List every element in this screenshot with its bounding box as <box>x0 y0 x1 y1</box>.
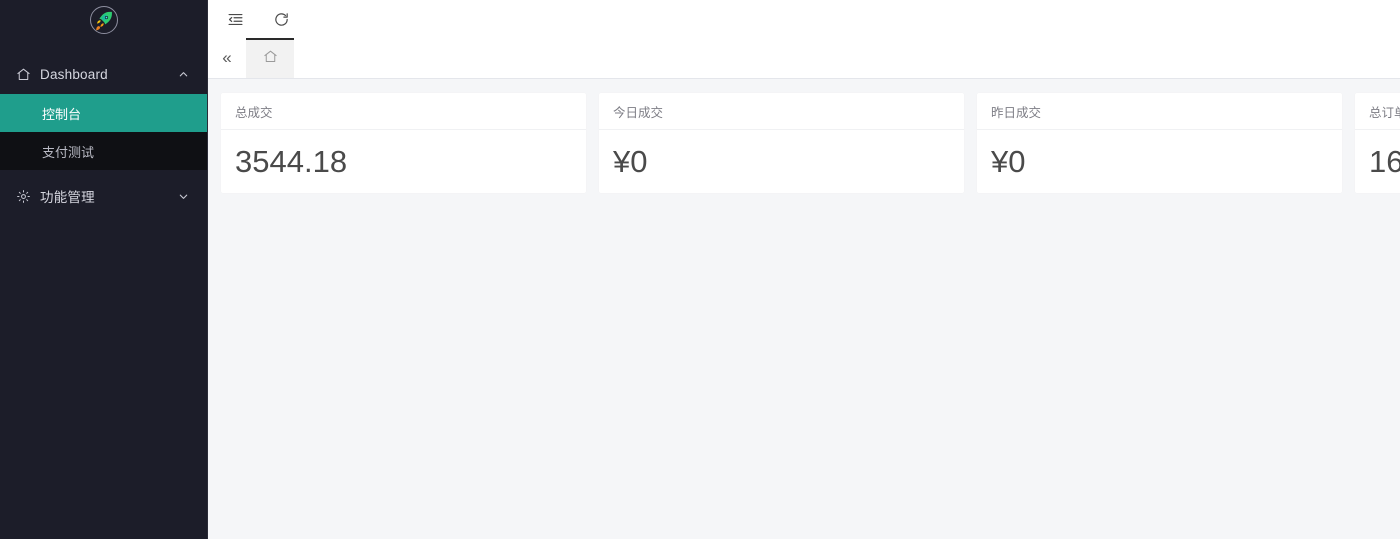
menu-fold-icon[interactable] <box>222 6 248 32</box>
sidebar-subitem-label: 支付测试 <box>42 144 95 160</box>
logo[interactable] <box>0 0 207 40</box>
stat-card-row: 总成交 3544.18 今日成交 ¥0 昨日成交 ¥0 总订 16 <box>221 93 1400 193</box>
sidebar-menu: Dashboard 控制台 支付测试 功能管理 <box>0 54 207 216</box>
stat-card-title: 总成交 <box>221 93 586 130</box>
app-root: Dashboard 控制台 支付测试 功能管理 « 总成交 3544.18 今日… <box>0 0 1400 539</box>
stat-card-total-orders: 总订单 16 <box>1355 93 1400 193</box>
main-area: « 总成交 3544.18 今日成交 ¥0 昨日成交 ¥0 总订 16 <box>208 0 1400 539</box>
stat-card-title: 今日成交 <box>599 93 964 130</box>
sidebar-item-dashboard[interactable]: Dashboard <box>0 54 207 94</box>
sidebar-item-zhifuceshi[interactable]: 支付测试 <box>0 132 207 170</box>
refresh-icon[interactable] <box>268 6 294 32</box>
stat-card-total-transaction: 总成交 3544.18 <box>221 93 586 193</box>
sidebar-item-label: Dashboard <box>40 66 108 82</box>
tab-bar: « <box>208 38 1400 79</box>
home-icon <box>14 65 32 83</box>
stat-card-body: ¥0 <box>599 130 964 193</box>
stat-card-title: 总订单 <box>1355 93 1400 130</box>
sidebar: Dashboard 控制台 支付测试 功能管理 <box>0 0 208 539</box>
sidebar-submenu-dashboard: 控制台 支付测试 <box>0 94 207 170</box>
tab-home[interactable] <box>246 38 294 78</box>
top-toolbar <box>208 0 1400 38</box>
gear-icon <box>14 187 32 205</box>
sidebar-item-label: 功能管理 <box>40 190 95 205</box>
stat-card-value: 16 <box>1369 144 1400 179</box>
sidebar-subitem-label: 控制台 <box>42 106 82 122</box>
home-icon <box>263 49 278 69</box>
stat-card-value: ¥0 <box>613 144 648 179</box>
stat-card-body: ¥0 <box>977 130 1342 193</box>
stat-card-title: 昨日成交 <box>977 93 1342 130</box>
stat-card-body: 16 <box>1355 130 1400 193</box>
content-area: 总成交 3544.18 今日成交 ¥0 昨日成交 ¥0 总订 16 <box>208 79 1400 539</box>
tabs-collapse-left-button[interactable]: « <box>208 38 246 78</box>
chevron-up-icon <box>177 68 189 80</box>
sidebar-item-gongnengguanli[interactable]: 功能管理 <box>0 176 207 216</box>
sidebar-item-kongzhitai[interactable]: 控制台 <box>0 94 207 132</box>
stat-card-value: 3544.18 <box>235 144 348 179</box>
stat-card-value: ¥0 <box>991 144 1026 179</box>
stat-card-body: 3544.18 <box>221 130 586 193</box>
stat-card-today-transaction: 今日成交 ¥0 <box>599 93 964 193</box>
stat-card-yesterday-transaction: 昨日成交 ¥0 <box>977 93 1342 193</box>
chevron-down-icon <box>177 190 189 202</box>
rocket-icon <box>89 6 118 34</box>
